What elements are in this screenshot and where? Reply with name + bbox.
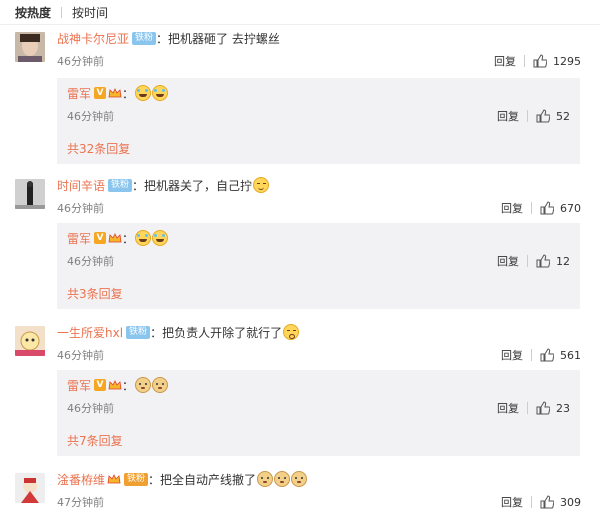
like-count: 561: [560, 348, 581, 362]
reply-button[interactable]: 回复: [497, 253, 519, 269]
doge-emoji-icon: [257, 471, 274, 487]
reply-box: 雷军 V ： 46分钟前 回复 23 共7条回复: [57, 370, 580, 456]
like-count: 52: [556, 109, 570, 123]
like-count: 309: [560, 495, 581, 509]
crown-icon: [107, 474, 121, 484]
verified-v-icon: V: [94, 87, 107, 99]
sweat-emoji-icon: [283, 324, 300, 340]
reply-button[interactable]: 回复: [501, 200, 523, 216]
avatar[interactable]: [15, 32, 45, 62]
like-icon[interactable]: [540, 495, 554, 509]
comment-username[interactable]: 淦番栫维: [57, 471, 105, 488]
comment-time: 46分钟前: [57, 349, 104, 362]
reply-box: 雷军 V ： 46分钟前 回复 12 共3条回复: [57, 223, 580, 309]
reply-time: 46分钟前: [67, 110, 114, 123]
like-icon[interactable]: [533, 54, 547, 68]
like-count: 1295: [553, 54, 581, 68]
laugh-cry-emoji-icon: [152, 230, 169, 246]
reply-button[interactable]: 回复: [497, 108, 519, 124]
reply-time: 46分钟前: [67, 255, 114, 268]
more-replies-link[interactable]: 共7条回复: [67, 432, 123, 449]
like-icon[interactable]: [536, 254, 550, 268]
comment-item: 时间辛语 铁粉 ： 把机器关了，自己拧 46分钟前 回复 670 雷军 V ： …: [0, 177, 600, 317]
action-divider: [527, 255, 528, 267]
sort-by-hot-tab[interactable]: 按热度: [15, 4, 51, 21]
more-replies-link[interactable]: 共3条回复: [67, 285, 123, 302]
colon: ：: [150, 325, 163, 340]
colon: ：: [122, 231, 135, 246]
crown-icon: [108, 380, 122, 390]
comment-time: 46分钟前: [57, 55, 104, 68]
avatar[interactable]: [15, 179, 45, 209]
comment-text: 把全自动产线撤了: [160, 472, 257, 487]
comment-text: 把机器关了，自己拧: [144, 178, 253, 193]
smile-emoji-icon: [253, 177, 270, 193]
colon: ：: [148, 472, 161, 487]
fan-badge: 铁粉: [126, 325, 151, 339]
comment-username[interactable]: 时间辛语: [57, 177, 105, 194]
doge-emoji-icon: [152, 377, 169, 393]
comment-item: 一生所爱hxl 铁粉 ： 把负责人开除了就行了 46分钟前 回复 561 雷军 …: [0, 324, 600, 464]
comment-username[interactable]: 一生所爱hxl: [57, 324, 123, 341]
comment-text: 把机器砸了 去拧螺丝: [168, 31, 280, 46]
like-icon[interactable]: [536, 401, 550, 415]
fan-badge: 铁粉: [124, 472, 149, 486]
like-icon[interactable]: [536, 109, 550, 123]
colon: ：: [132, 178, 145, 193]
comment-time: 46分钟前: [57, 202, 104, 215]
laugh-cry-emoji-icon: [152, 85, 169, 101]
reply-button[interactable]: 回复: [501, 347, 523, 363]
divider: [0, 24, 600, 25]
verified-v-icon: V: [94, 232, 107, 244]
sort-by-time-tab[interactable]: 按时间: [72, 4, 108, 21]
avatar[interactable]: [15, 326, 45, 356]
crown-icon: [108, 233, 122, 243]
doge-emoji-icon: [274, 471, 291, 487]
like-icon[interactable]: [540, 348, 554, 362]
sort-divider: [61, 6, 63, 18]
reply-username[interactable]: 雷军: [67, 230, 91, 247]
action-divider: [531, 349, 532, 361]
reply-box: 雷军 V ： 46分钟前 回复 52 共32条回复: [57, 78, 580, 164]
comment-item: 战神卡尔尼亚 铁粉 ： 把机器砸了 去拧螺丝 46分钟前 回复 1295 雷军 …: [0, 30, 600, 170]
reply-username[interactable]: 雷军: [67, 85, 91, 102]
reply-button[interactable]: 回复: [494, 53, 516, 69]
laugh-cry-emoji-icon: [135, 230, 152, 246]
laugh-cry-emoji-icon: [135, 85, 152, 101]
fan-badge: 铁粉: [108, 178, 133, 192]
reply-username[interactable]: 雷军: [67, 377, 91, 394]
like-count: 12: [556, 254, 570, 268]
fan-badge: 铁粉: [132, 31, 157, 45]
comment-time: 47分钟前: [57, 496, 104, 509]
comment-username[interactable]: 战神卡尔尼亚: [57, 30, 129, 47]
reply-time: 46分钟前: [67, 402, 114, 415]
comment-text: 把负责人开除了就行了: [162, 325, 283, 340]
like-count: 670: [560, 201, 581, 215]
doge-emoji-icon: [135, 377, 152, 393]
avatar[interactable]: [15, 473, 45, 503]
more-replies-link[interactable]: 共32条回复: [67, 140, 130, 157]
reply-button[interactable]: 回复: [501, 494, 523, 510]
crown-icon: [108, 88, 122, 98]
reply-button[interactable]: 回复: [497, 400, 519, 416]
colon: ：: [122, 86, 135, 101]
verified-v-icon: V: [94, 379, 107, 391]
like-count: 23: [556, 401, 570, 415]
colon: ：: [156, 31, 169, 46]
like-icon[interactable]: [540, 201, 554, 215]
action-divider: [524, 55, 525, 67]
colon: ：: [122, 378, 135, 393]
action-divider: [531, 496, 532, 508]
sort-bar: 按热度 按时间: [15, 3, 108, 21]
action-divider: [531, 202, 532, 214]
action-divider: [527, 110, 528, 122]
comment-item: 淦番栫维 铁粉 ： 把全自动产线撤了 47分钟前 回复 309: [0, 471, 600, 521]
action-divider: [527, 402, 528, 414]
doge-emoji-icon: [291, 471, 308, 487]
